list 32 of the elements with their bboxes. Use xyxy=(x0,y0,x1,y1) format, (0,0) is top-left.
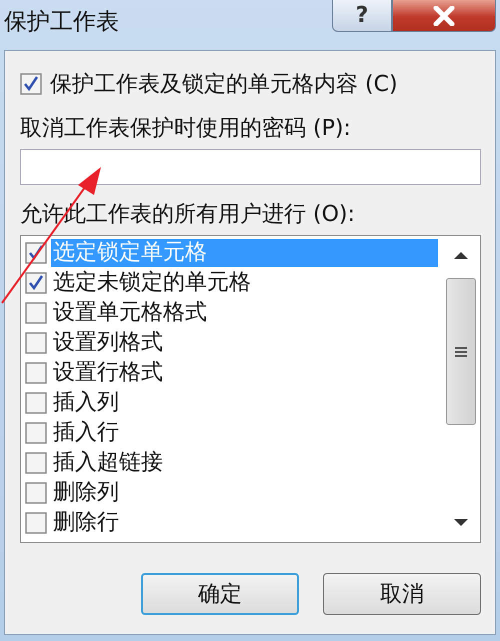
permission-item[interactable]: 删除列 xyxy=(51,479,438,507)
grip-icon xyxy=(454,346,468,358)
cancel-button[interactable]: 取消 xyxy=(323,573,481,615)
help-button[interactable]: ? xyxy=(332,0,392,32)
permission-item[interactable]: 设置行格式 xyxy=(51,359,438,387)
checkbox[interactable] xyxy=(25,422,47,444)
close-icon xyxy=(433,6,455,26)
permission-item[interactable]: 插入超链接 xyxy=(51,449,438,477)
checkbox[interactable] xyxy=(25,452,47,474)
checkbox[interactable] xyxy=(20,73,42,95)
close-button[interactable] xyxy=(392,0,496,32)
checkbox[interactable] xyxy=(25,392,47,414)
scroll-up-icon[interactable] xyxy=(453,250,469,260)
permission-item[interactable]: 插入行 xyxy=(51,419,438,447)
checkbox[interactable] xyxy=(25,362,47,384)
window-title: 保护工作表 xyxy=(4,8,119,37)
scroll-thumb[interactable] xyxy=(446,278,476,425)
ok-button[interactable]: 确定 xyxy=(141,573,299,615)
permission-item[interactable]: 设置列格式 xyxy=(51,329,438,357)
password-field[interactable] xyxy=(20,149,481,185)
permission-item[interactable]: 插入列 xyxy=(51,389,438,417)
password-label: 取消工作表保护时使用的密码 (P): xyxy=(20,115,352,143)
checkbox[interactable] xyxy=(25,302,47,324)
permission-item[interactable]: 设置单元格格式 xyxy=(51,299,438,327)
protect-option-label: 保护工作表及锁定的单元格内容 (C) xyxy=(50,71,398,99)
checkbox[interactable] xyxy=(25,512,47,534)
checkbox[interactable] xyxy=(25,272,47,294)
scroll-down-icon[interactable] xyxy=(453,518,469,528)
checkbox[interactable] xyxy=(25,332,47,354)
checkbox[interactable] xyxy=(25,482,47,504)
permission-item[interactable]: 删除行 xyxy=(51,509,438,537)
permission-item[interactable]: 选定未锁定的单元格 xyxy=(51,269,438,297)
